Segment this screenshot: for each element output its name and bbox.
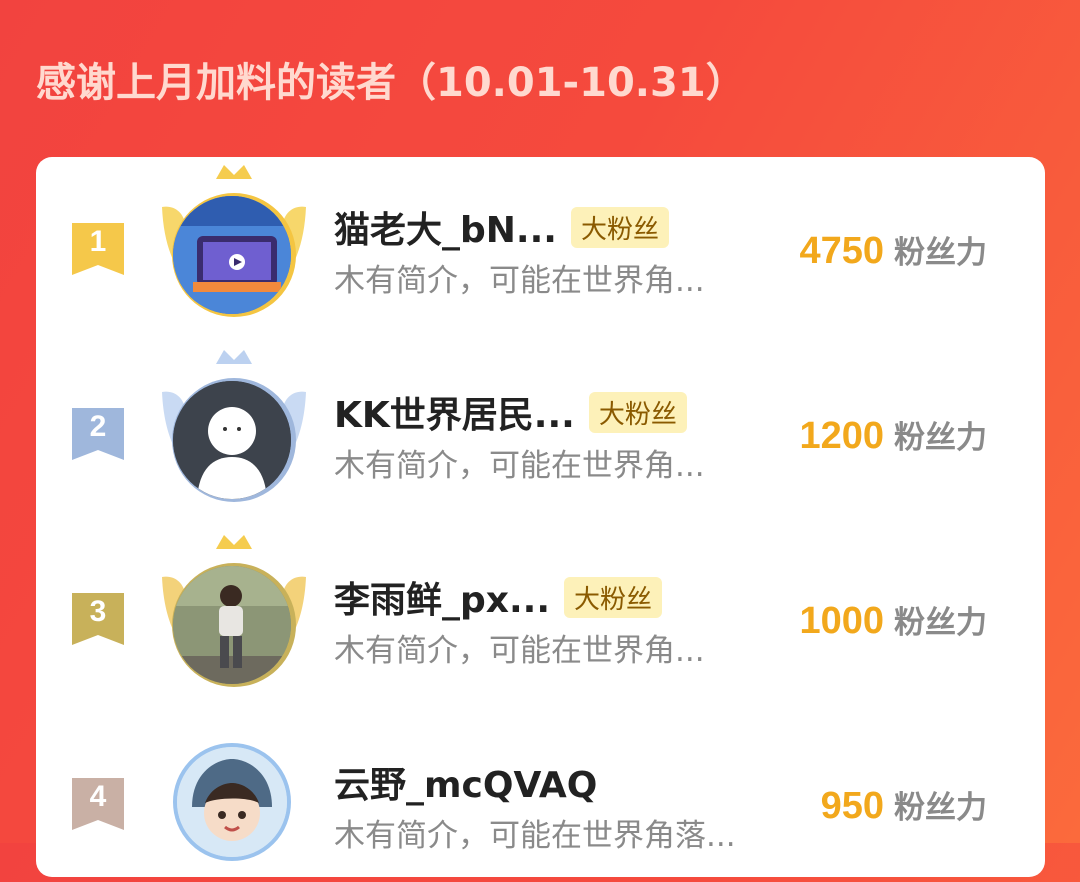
fan-level-badge: 大粉丝: [588, 391, 687, 433]
list-item[interactable]: 2 KK世界居民... 大粉丝 木有简介，可能在世界角... 1200 粉丝力: [36, 342, 1045, 512]
list-item[interactable]: 3 李雨鲜_px... 大粉丝 木有简介，可能在世界角... 1000 粉丝力: [36, 527, 1045, 697]
user-name[interactable]: KK世界居民...: [334, 386, 575, 438]
score-unit: 粉丝力: [894, 790, 987, 826]
avatar[interactable]: [173, 196, 291, 314]
user-name[interactable]: 猫老大_bN...: [334, 201, 557, 253]
user-name[interactable]: 李雨鲜_px...: [334, 571, 550, 623]
fan-power-score: 1000 粉丝力: [799, 597, 987, 643]
score-value: 950: [820, 785, 884, 827]
avatar[interactable]: [173, 566, 291, 684]
list-item[interactable]: 1 猫老大_bN... 大粉丝 木有简介，可能在世界角... 4750 粉丝力: [36, 157, 1045, 327]
avatar[interactable]: [173, 743, 291, 861]
rank-ribbon-icon: 4: [72, 778, 124, 830]
fan-level-badge: 大粉丝: [570, 206, 669, 248]
avatar[interactable]: [173, 381, 291, 499]
fan-level-badge: 大粉丝: [564, 576, 663, 618]
fan-power-score: 1200 粉丝力: [799, 412, 987, 458]
fan-power-score: 4750 粉丝力: [799, 227, 987, 273]
score-value: 1200: [799, 415, 884, 457]
score-unit: 粉丝力: [894, 420, 987, 456]
score-unit: 粉丝力: [894, 605, 987, 641]
user-bio: 木有简介，可能在世界角落...: [334, 818, 736, 854]
user-bio: 木有简介，可能在世界角...: [334, 633, 705, 669]
user-bio: 木有简介，可能在世界角...: [334, 263, 705, 299]
page-title: 感谢上月加料的读者（10.01-10.31）: [36, 60, 746, 106]
user-bio: 木有简介，可能在世界角...: [334, 448, 705, 484]
fan-power-score: 950 粉丝力: [821, 782, 987, 828]
leaderboard-card: 1 猫老大_bN... 大粉丝 木有简介，可能在世界角... 4750 粉丝力 …: [36, 157, 1045, 877]
user-name[interactable]: 云野_mcQVAQ: [334, 756, 597, 808]
rank-ribbon-icon: 2: [72, 408, 124, 460]
rank-ribbon-icon: 3: [72, 593, 124, 645]
score-value: 1000: [799, 600, 884, 642]
list-item[interactable]: 4 云野_mcQVAQ 木有简介，可能在世界角落... 950 粉丝力: [36, 712, 1045, 882]
rank-ribbon-icon: 1: [72, 223, 124, 275]
score-value: 4750: [799, 230, 884, 272]
score-unit: 粉丝力: [894, 235, 987, 271]
